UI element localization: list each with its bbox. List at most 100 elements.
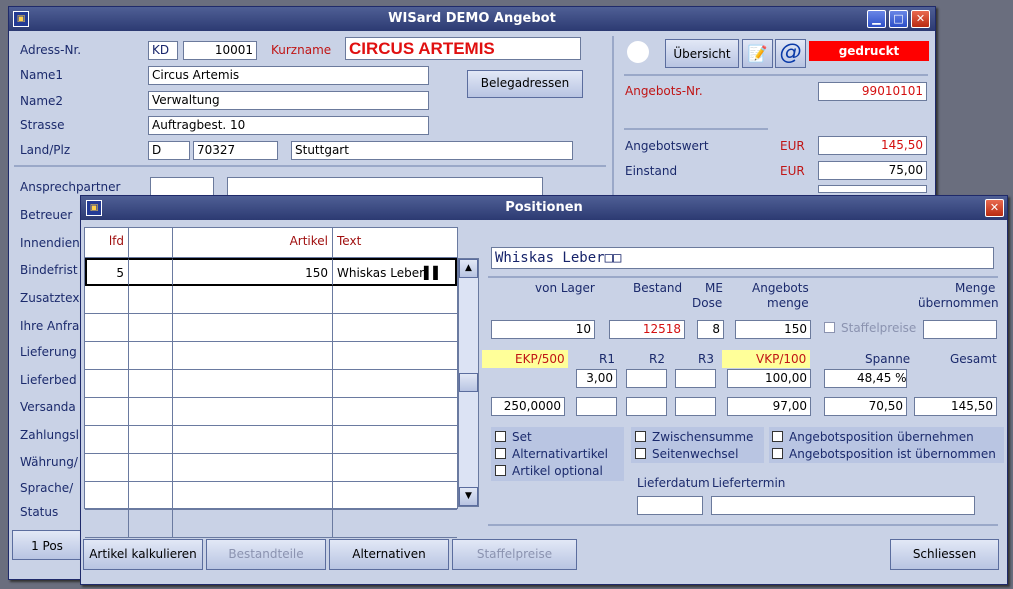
kurzname-field[interactable]: CIRCUS ARTEMIS [345, 37, 581, 60]
grid-cell-text[interactable] [333, 482, 457, 510]
grid-cell-artikel[interactable] [173, 398, 333, 426]
von-lager-field[interactable]: 10 [491, 320, 595, 339]
grid-cell-text[interactable] [333, 454, 457, 482]
grid-cell-artikel[interactable] [173, 482, 333, 510]
grid-cell-lfd[interactable] [85, 370, 129, 398]
grid-cell-lfd[interactable] [85, 286, 129, 314]
r1-field[interactable]: 3,00 [576, 369, 617, 388]
staffelpreise-button[interactable]: Staffelpreise [452, 539, 577, 570]
grid-cell-text[interactable] [333, 314, 457, 342]
angebotsposition-ist-uebernommen-checkbox[interactable]: Angebotsposition ist übernommen [772, 447, 996, 461]
r1b-field[interactable] [576, 397, 617, 416]
grid-header-col2[interactable] [129, 228, 173, 258]
r2-field[interactable] [626, 369, 667, 388]
set-checkbox[interactable]: Set [495, 430, 532, 444]
grid-cell-col2[interactable] [129, 370, 173, 398]
me-field[interactable]: 8 [697, 320, 724, 339]
grid-cell-text[interactable] [333, 510, 457, 538]
grid-header-lfd[interactable]: lfd [85, 228, 129, 258]
note-icon[interactable]: 📝 [742, 39, 773, 68]
grid-cell-lfd[interactable] [85, 454, 129, 482]
scroll-thumb[interactable] [459, 373, 478, 392]
ansprechpartner-name-field[interactable] [227, 177, 543, 196]
zwischensumme-checkbox[interactable]: Zwischensumme [635, 430, 753, 444]
grid-cell-text[interactable] [333, 426, 457, 454]
grid-cell-col2[interactable] [129, 426, 173, 454]
vkp-field[interactable]: 100,00 [727, 369, 811, 388]
r3b-field[interactable] [675, 397, 716, 416]
uebersicht-button[interactable]: Übersicht [665, 39, 739, 68]
belegadressen-button[interactable]: Belegadressen [467, 70, 583, 98]
grid-cell-text[interactable]: Whiskas Leber▌▌ [333, 258, 457, 286]
grid-cell-col2[interactable] [129, 454, 173, 482]
ansprechpartner-field[interactable] [150, 177, 214, 196]
r2b-field[interactable] [626, 397, 667, 416]
alternativen-button[interactable]: Alternativen [329, 539, 449, 570]
grid-cell-col2[interactable] [129, 510, 173, 538]
grid-header-artikel[interactable]: Artikel [173, 228, 333, 258]
positionen-app-icon[interactable]: ▣ [86, 200, 102, 216]
staffelpreise-checkbox[interactable]: Staffelpreise [824, 321, 916, 335]
grid-scrollbar[interactable]: ▲ ▼ [458, 258, 479, 507]
grid-cell-artikel[interactable] [173, 286, 333, 314]
grid-cell-col2[interactable] [129, 482, 173, 510]
plz-field[interactable]: 70327 [193, 141, 278, 160]
artikel-optional-checkbox[interactable]: Artikel optional [495, 464, 603, 478]
grid-cell-lfd[interactable] [85, 314, 129, 342]
scroll-up-button[interactable]: ▲ [459, 259, 478, 278]
angebotsmenge-field[interactable]: 150 [735, 320, 811, 339]
angebots-nr-field[interactable]: 99010101 [818, 82, 927, 101]
minimize-button[interactable]: ▁ [867, 10, 886, 28]
bestandteile-button[interactable]: Bestandteile [206, 539, 326, 570]
grid-cell-artikel[interactable] [173, 314, 333, 342]
close-button[interactable]: ✕ [911, 10, 930, 28]
angebotsposition-uebernehmen-checkbox[interactable]: Angebotsposition übernehmen [772, 430, 974, 444]
grid-cell-artikel[interactable] [173, 426, 333, 454]
grid-header-text[interactable]: Text [333, 228, 457, 258]
article-text-field[interactable]: Whiskas Leber□□ [491, 247, 994, 269]
adress-type-field[interactable]: KD [148, 41, 178, 60]
me-label: ME [705, 281, 723, 295]
grid-cell-artikel[interactable]: 150 [173, 258, 333, 286]
grid-cell-lfd[interactable]: 5 [85, 258, 129, 286]
positionen-close-button[interactable]: ✕ [985, 199, 1004, 217]
lieferdatum-field[interactable] [637, 496, 703, 515]
name1-field[interactable]: Circus Artemis [148, 66, 429, 85]
grid-cell-col2[interactable] [129, 286, 173, 314]
adress-nr-field[interactable]: 10001 [183, 41, 257, 60]
schliessen-button[interactable]: Schliessen [890, 539, 999, 570]
grid-cell-col2[interactable] [129, 398, 173, 426]
pos-tab[interactable]: 1 Pos [12, 530, 82, 560]
maximize-button[interactable]: □ [889, 10, 908, 28]
grid-cell-artikel[interactable] [173, 370, 333, 398]
ekp-field[interactable]: 250,0000 [491, 397, 565, 416]
app-icon[interactable]: ▣ [13, 11, 29, 27]
name2-field[interactable]: Verwaltung [148, 91, 429, 110]
grid-cell-lfd[interactable] [85, 510, 129, 538]
grid-cell-artikel[interactable] [173, 342, 333, 370]
land-field[interactable]: D [148, 141, 190, 160]
liefertermin-field[interactable] [711, 496, 975, 515]
grid-cell-lfd[interactable] [85, 482, 129, 510]
grid-cell-col2[interactable] [129, 258, 173, 286]
grid-cell-text[interactable] [333, 342, 457, 370]
ort-field[interactable]: Stuttgart [291, 141, 573, 160]
email-at-button[interactable]: @ [775, 39, 806, 68]
grid-cell-col2[interactable] [129, 342, 173, 370]
grid-cell-lfd[interactable] [85, 426, 129, 454]
grid-cell-col2[interactable] [129, 314, 173, 342]
strasse-field[interactable]: Auftragbest. 10 [148, 116, 429, 135]
grid-cell-artikel[interactable] [173, 454, 333, 482]
grid-cell-lfd[interactable] [85, 342, 129, 370]
grid-cell-artikel[interactable] [173, 510, 333, 538]
artikel-kalkulieren-button[interactable]: Artikel kalkulieren [83, 539, 203, 570]
seitenwechsel-checkbox[interactable]: Seitenwechsel [635, 447, 738, 461]
grid-cell-text[interactable] [333, 370, 457, 398]
r3-field[interactable] [675, 369, 716, 388]
scroll-down-button[interactable]: ▼ [459, 487, 478, 506]
grid-cell-text[interactable] [333, 286, 457, 314]
alternativartikel-checkbox[interactable]: Alternativartikel [495, 447, 608, 461]
menge-uebernommen-field[interactable] [923, 320, 997, 339]
grid-cell-lfd[interactable] [85, 398, 129, 426]
grid-cell-text[interactable] [333, 398, 457, 426]
